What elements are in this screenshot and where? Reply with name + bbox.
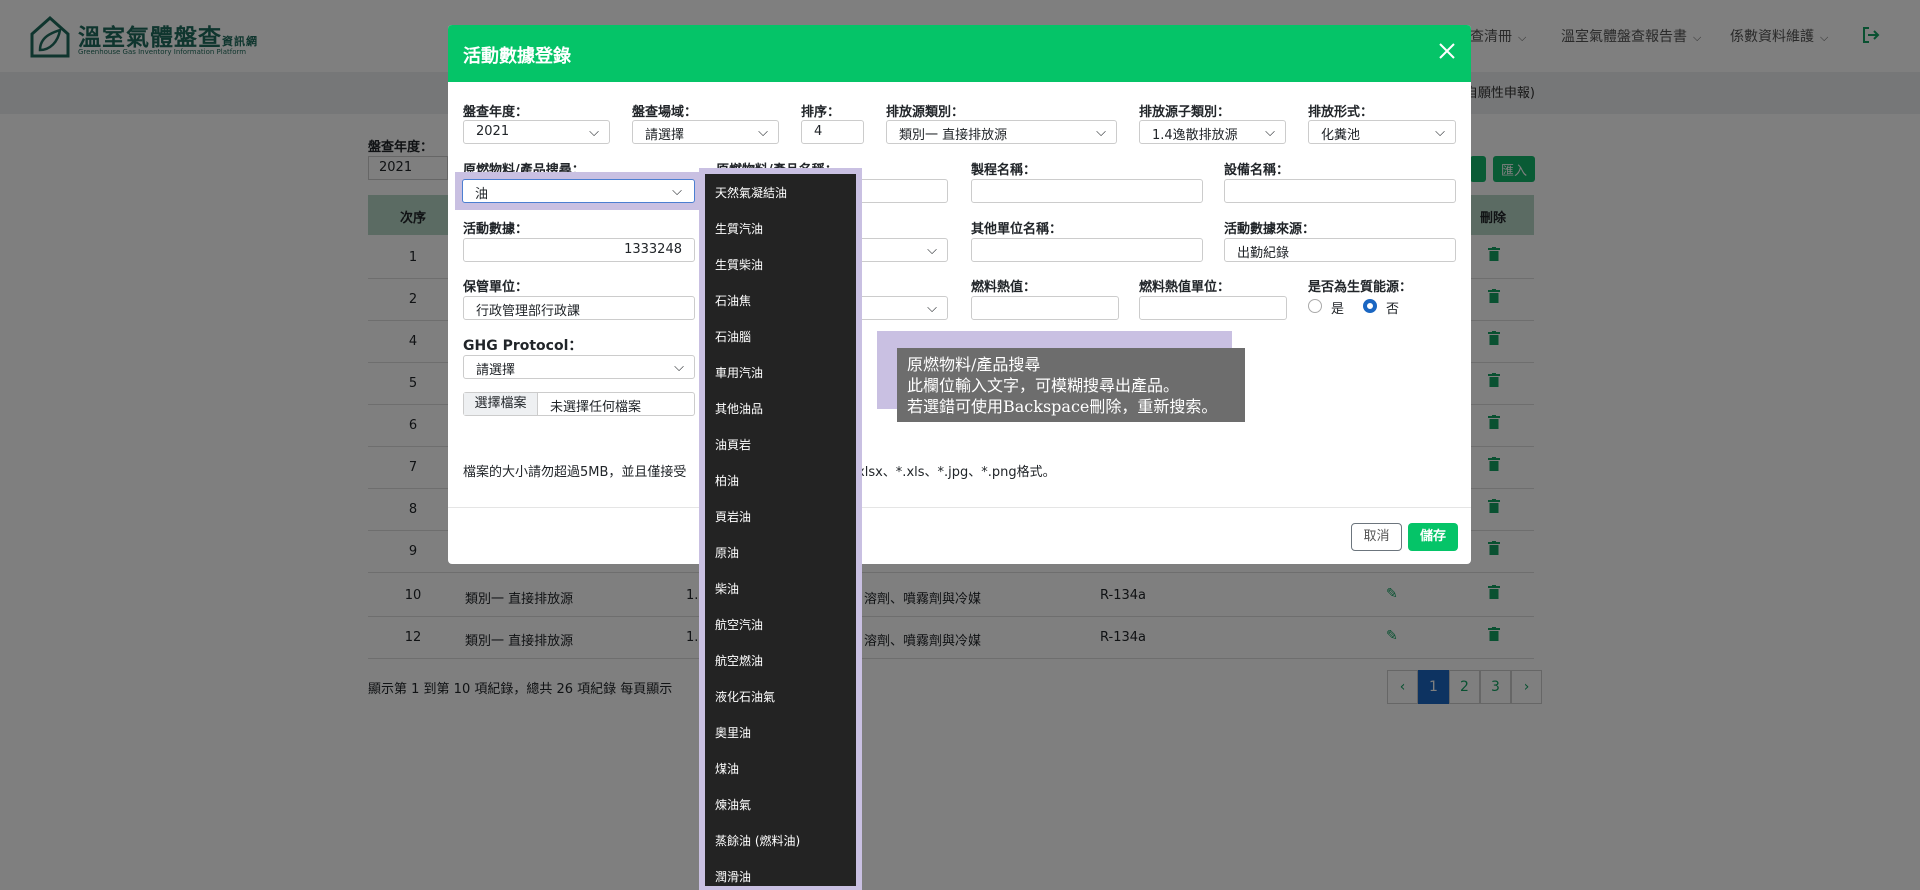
help-tooltip: 原燃物料/產品搜尋 此欄位輸入文字，可模糊搜尋出產品。 若選錯可使用Backsp… [897, 348, 1245, 422]
dropdown-option[interactable]: 航空燃油 [715, 652, 763, 669]
dropdown-option[interactable]: 奧里油 [715, 724, 751, 741]
dropdown-option[interactable]: 生質柴油 [715, 256, 763, 273]
chevron-down-icon: ⌵ [927, 301, 937, 316]
label-inventory-year: 盤查年度： [463, 105, 529, 120]
file-upload[interactable]: 選擇檔案 未選擇任何檔案 [463, 392, 695, 416]
label-other-unit-name: 其他單位名稱： [971, 222, 1063, 237]
label-custodian: 保管單位： [463, 280, 529, 295]
label-fuel-heat-value: 燃料熱值： [971, 280, 1037, 295]
dropdown-option[interactable]: 原油 [715, 544, 739, 561]
select-value: 請選擇 [645, 128, 685, 143]
chevron-down-icon: ⌵ [758, 125, 768, 140]
source-subcategory-select[interactable]: 1.4逸散排放源 ⌵ [1139, 120, 1286, 144]
select-value: 1.4逸散排放源 [1152, 128, 1238, 143]
chevron-down-icon: ⌵ [1435, 125, 1445, 140]
close-icon[interactable] [1435, 39, 1459, 63]
activity-data-input[interactable]: 1333248 [463, 238, 695, 262]
inventory-year-select[interactable]: 2021 ⌵ [463, 120, 610, 144]
file-status: 未選擇任何檔案 [550, 400, 642, 415]
material-search-select[interactable]: 油 ⌵ [462, 179, 695, 203]
search-value: 油 [475, 187, 489, 202]
fuel-heat-value-input[interactable] [971, 296, 1119, 320]
dropdown-option[interactable]: 煉油氣 [715, 796, 751, 813]
dropdown-option[interactable]: 其他油品 [715, 400, 763, 417]
select-value: 2021 [476, 124, 510, 139]
label-sequence: 排序： [801, 105, 841, 120]
cancel-button[interactable]: 取消 [1351, 523, 1402, 551]
chevron-down-icon: ⌵ [674, 360, 684, 375]
chevron-down-icon: ⌵ [1096, 125, 1106, 140]
modal-divider [448, 507, 1471, 508]
chevron-down-icon: ⌵ [672, 184, 682, 199]
tooltip-line1: 原燃物料/產品搜尋 [907, 355, 1041, 374]
material-options-list: 天然氣凝結油 生質汽油生質柴油石油焦石油腦車用汽油其他油品油頁岩柏油頁岩油原油柴油… [705, 174, 856, 886]
dropdown-option[interactable]: 石油腦 [715, 328, 751, 345]
dropdown-option[interactable]: 車用汽油 [715, 364, 763, 381]
dropdown-option[interactable]: 油頁岩 [715, 436, 751, 453]
biomass-no-radio[interactable] [1363, 299, 1377, 313]
process-name-input[interactable] [971, 179, 1203, 203]
source-category-select[interactable]: 類別一 直接排放源 ⌵ [886, 120, 1117, 144]
dropdown-option[interactable]: 蒸餘油 (燃料油) [715, 832, 800, 849]
note-end: *.xlsx、*.xls、*.jpg、*.png格式。 [846, 465, 1056, 480]
biomass-no-label: 否 [1386, 302, 1400, 317]
label-emission-form: 排放形式： [1308, 105, 1374, 120]
note-start: 檔案的大小請勿超過5MB，並且僅接受 [463, 465, 687, 480]
label-biomass: 是否為生質能源： [1308, 280, 1413, 295]
activity-data-modal: 活動數據登錄 盤查年度： 2021 ⌵ 盤查場域： 請選擇 ⌵ 排序： 4 排放源類… [448, 25, 1471, 564]
biomass-yes-label: 是 [1331, 302, 1345, 317]
label-process-name: 製程名稱： [971, 163, 1037, 178]
label-equipment-name: 設備名稱： [1224, 163, 1290, 178]
label-activity-source: 活動數據來源： [1224, 222, 1316, 237]
select-value: 類別一 直接排放源 [899, 128, 1008, 143]
custodian-input[interactable]: 行政管理部行政課 [463, 296, 695, 320]
label-activity-data: 活動數據： [463, 222, 529, 237]
biomass-yes-radio[interactable] [1308, 299, 1322, 313]
dropdown-option[interactable]: 石油焦 [715, 292, 751, 309]
inventory-site-select[interactable]: 請選擇 ⌵ [632, 120, 779, 144]
label-source-subcategory: 排放源子類別： [1139, 105, 1231, 120]
dropdown-option[interactable]: 柴油 [715, 580, 739, 597]
equipment-name-input[interactable] [1224, 179, 1456, 203]
activity-source-input[interactable]: 出勤紀錄 [1224, 238, 1456, 262]
dropdown-option[interactable]: 潤滑油 [715, 868, 751, 885]
tooltip-line3: 若選錯可使用Backspace刪除，重新搜索。 [907, 397, 1218, 416]
label-ghg-protocol: GHG Protocol： [463, 338, 583, 354]
dropdown-option[interactable]: 煤油 [715, 760, 739, 777]
modal-header: 活動數據登錄 [448, 25, 1471, 82]
label-inventory-site: 盤查場域： [632, 105, 698, 120]
dropdown-option[interactable]: 頁岩油 [715, 508, 751, 525]
chevron-down-icon: ⌵ [589, 125, 599, 140]
modal-title: 活動數據登錄 [463, 46, 571, 67]
tooltip-line2: 此欄位輸入文字，可模糊搜尋出產品。 [907, 376, 1180, 395]
chevron-down-icon: ⌵ [927, 243, 937, 258]
select-value: 化糞池 [1321, 128, 1361, 143]
save-button[interactable]: 儲存 [1408, 523, 1458, 551]
choose-file-button[interactable]: 選擇檔案 [464, 393, 538, 415]
emission-form-select[interactable]: 化糞池 ⌵ [1308, 120, 1456, 144]
chevron-down-icon: ⌵ [1265, 125, 1275, 140]
select-value: 請選擇 [476, 363, 516, 378]
dropdown-option[interactable]: 天然氣凝結油 [715, 184, 787, 201]
label-fuel-heat-unit: 燃料熱值單位： [1139, 280, 1231, 295]
dropdown-option[interactable]: 生質汽油 [715, 220, 763, 237]
label-source-category: 排放源類別： [886, 105, 965, 120]
dropdown-option[interactable]: 液化石油氣 [715, 688, 775, 705]
dropdown-option[interactable]: 柏油 [715, 472, 739, 489]
ghg-protocol-select[interactable]: 請選擇 ⌵ [463, 355, 695, 379]
dropdown-option[interactable]: 航空汽油 [715, 616, 763, 633]
sequence-input[interactable]: 4 [801, 120, 864, 144]
fuel-heat-unit-input[interactable] [1139, 296, 1287, 320]
other-unit-name-input[interactable] [971, 238, 1203, 262]
